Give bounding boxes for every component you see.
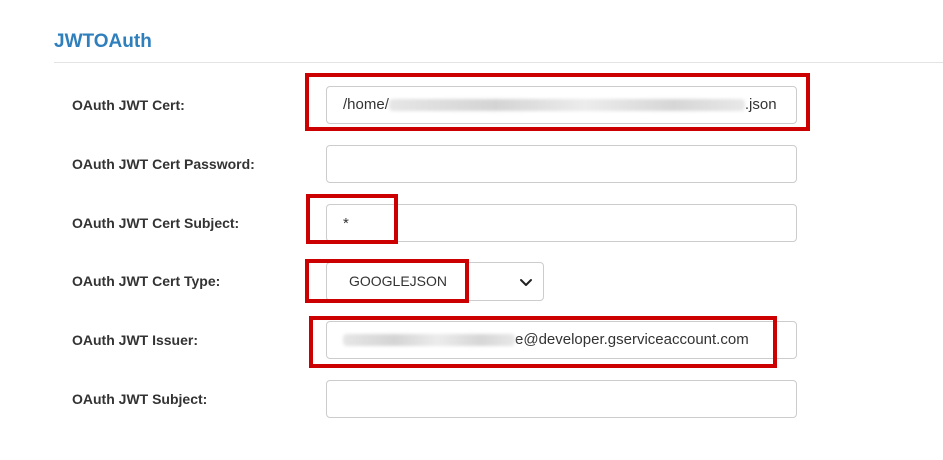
jwt-oauth-settings-page: JWTOAuth OAuth JWT Cert: /home/ .json OAu… (0, 0, 943, 460)
oauth-jwt-issuer-value: e@developer.gserviceaccount.com (327, 322, 796, 358)
chevron-down-icon (520, 279, 532, 286)
section-divider (54, 62, 943, 63)
oauth-jwt-issuer-input[interactable]: e@developer.gserviceaccount.com (326, 321, 797, 359)
oauth-jwt-cert-subject-input[interactable] (326, 204, 797, 242)
oauth-jwt-cert-password-label: OAuth JWT Cert Password: (72, 156, 255, 172)
section-title: JWTOAuth (54, 31, 152, 52)
oauth-jwt-cert-type-select[interactable]: GOOGLEJSON (326, 262, 544, 301)
oauth-jwt-issuer-label: OAuth JWT Issuer: (72, 332, 199, 348)
oauth-jwt-subject-label: OAuth JWT Subject: (72, 391, 208, 407)
oauth-jwt-cert-value: /home/ .json (327, 87, 796, 123)
oauth-jwt-cert-value-suffix: .json (744, 96, 777, 113)
oauth-jwt-cert-subject-label: OAuth JWT Cert Subject: (72, 215, 240, 231)
oauth-jwt-subject-input[interactable] (326, 380, 797, 418)
oauth-jwt-cert-type-label: OAuth JWT Cert Type: (72, 273, 221, 289)
oauth-jwt-cert-value-prefix: /home/ (343, 96, 389, 113)
oauth-jwt-cert-type-selected: GOOGLEJSON (349, 273, 448, 289)
redacted-text (343, 334, 515, 347)
oauth-jwt-issuer-value-suffix: e@developer.gserviceaccount.com (515, 331, 749, 348)
oauth-jwt-cert-password-input[interactable] (326, 145, 797, 183)
oauth-jwt-cert-label: OAuth JWT Cert: (72, 97, 185, 113)
oauth-jwt-cert-input[interactable]: /home/ .json (326, 86, 797, 124)
redacted-text (388, 99, 745, 112)
